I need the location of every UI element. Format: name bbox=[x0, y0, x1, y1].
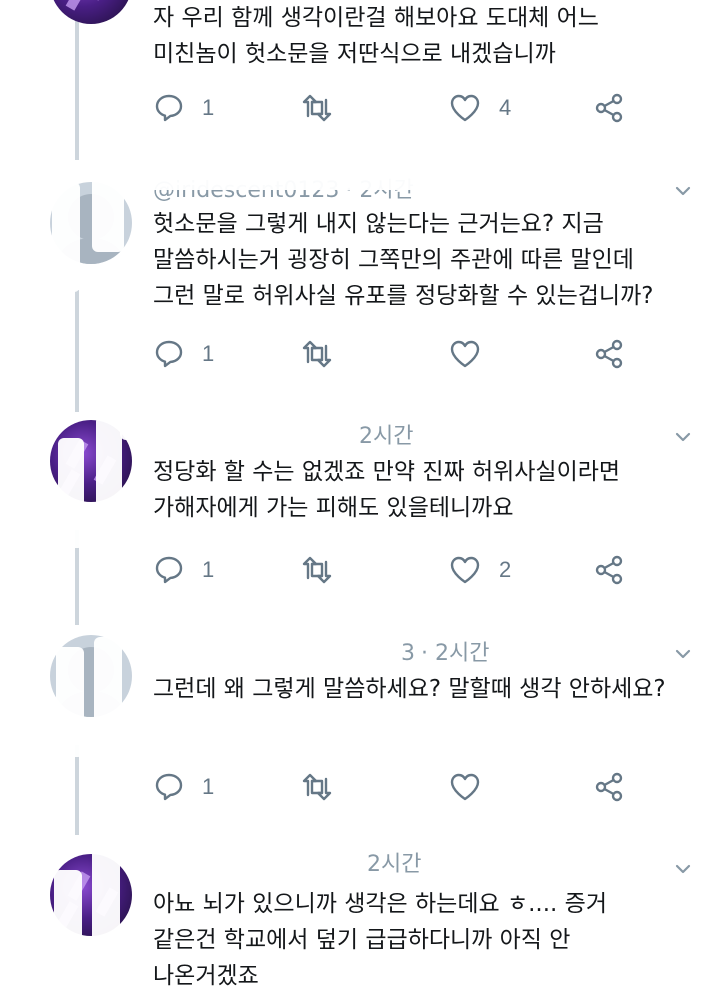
like-icon bbox=[450, 556, 480, 584]
user-handle[interactable]: 3 bbox=[401, 641, 415, 666]
avatar[interactable] bbox=[50, 0, 132, 24]
retweet-button[interactable] bbox=[300, 338, 351, 370]
tweet[interactable]: 3 · 2시간 그런데 왜 그렇게 말씀하세요? 말할때 생각 안하세요? 1 bbox=[0, 625, 720, 815]
share-button[interactable] bbox=[593, 554, 625, 586]
like-button[interactable] bbox=[448, 771, 499, 803]
chevron-down-icon[interactable] bbox=[674, 428, 692, 446]
like-icon bbox=[450, 773, 480, 801]
tweet-timestamp[interactable]: 2시간 bbox=[367, 852, 421, 877]
tweet[interactable]: @iridescent0123 · 2시간 헛소문을 그렇게 내지 않는다는 근거… bbox=[0, 162, 720, 390]
tweet-text: 아뇨 뇌가 있으니까 생각은 하는데요 ㅎ.... 증거 같은건 학교에서 덮기… bbox=[153, 891, 607, 989]
reply-button[interactable]: 1 bbox=[153, 338, 214, 370]
tweet-actions: 1 2 bbox=[153, 554, 673, 586]
tweet-timestamp[interactable]: 2시간 bbox=[359, 424, 413, 449]
redaction-mark bbox=[96, 416, 122, 536]
share-button[interactable] bbox=[593, 771, 625, 803]
tweet-text: 자 우리 함께 생각이란걸 해보아요 도대체 어느 미친놈이 헛소문을 저딴식으… bbox=[153, 5, 599, 67]
reply-icon bbox=[155, 340, 183, 368]
redaction-mark bbox=[94, 637, 122, 747]
chevron-down-icon[interactable] bbox=[674, 182, 692, 200]
reply-icon bbox=[155, 94, 183, 122]
redaction-mark bbox=[140, 631, 402, 657]
like-button[interactable]: 4 bbox=[448, 92, 511, 124]
reply-count: 1 bbox=[202, 774, 215, 799]
reply-icon bbox=[155, 556, 183, 584]
like-button[interactable]: 2 bbox=[448, 554, 511, 586]
redaction-mark bbox=[52, 182, 80, 292]
share-icon bbox=[595, 555, 623, 585]
share-icon bbox=[595, 339, 623, 369]
chevron-down-icon[interactable] bbox=[674, 860, 692, 878]
tweet[interactable]: 2시간 정당화 할 수는 없겠죠 만약 진짜 허위사실이라면 가해자에게 가는 … bbox=[0, 408, 720, 608]
reply-icon bbox=[155, 773, 183, 801]
tweet-actions: 1 bbox=[153, 338, 673, 370]
tweet[interactable]: 자 우리 함께 생각이란걸 해보아요 도대체 어느 미친놈이 헛소문을 저딴식으… bbox=[0, 0, 720, 160]
share-icon bbox=[595, 772, 623, 802]
tweet-actions: 1 bbox=[153, 771, 673, 803]
like-count: 2 bbox=[499, 557, 512, 582]
retweet-button[interactable] bbox=[300, 554, 351, 586]
redaction-mark bbox=[56, 647, 84, 757]
reply-count: 1 bbox=[202, 557, 215, 582]
like-icon bbox=[450, 94, 480, 122]
retweet-icon bbox=[302, 94, 332, 122]
tweet[interactable]: 2시간 아뇨 뇌가 있으니까 생각은 하는데요 ㅎ.... 증거 같은건 학교에… bbox=[0, 840, 720, 1006]
chevron-down-icon[interactable] bbox=[674, 645, 692, 663]
tweet-text: 헛소문을 그렇게 내지 않는다는 근거는요? 지금 말씀하시는거 굉장히 그쪽만… bbox=[153, 211, 654, 309]
reply-thread: 자 우리 함께 생각이란걸 해보아요 도대체 어느 미친놈이 헛소문을 저딴식으… bbox=[0, 0, 720, 1006]
tweet-text: 그런데 왜 그렇게 말씀하세요? 말할때 생각 안하세요? bbox=[153, 676, 666, 702]
redaction-mark bbox=[92, 840, 120, 960]
tweet-text: 정당화 할 수는 없겠죠 만약 진짜 허위사실이라면 가해자에게 가는 피해도 … bbox=[153, 459, 621, 521]
redaction-mark bbox=[58, 438, 84, 548]
reply-button[interactable]: 1 bbox=[153, 771, 214, 803]
share-icon bbox=[595, 93, 623, 123]
retweet-icon bbox=[302, 340, 332, 368]
retweet-button[interactable] bbox=[300, 92, 351, 124]
tweet-timestamp[interactable]: · 2시간 bbox=[421, 641, 489, 666]
reply-count: 1 bbox=[202, 95, 215, 120]
redaction-mark bbox=[120, 412, 360, 440]
retweet-button[interactable] bbox=[300, 771, 351, 803]
redaction-mark bbox=[54, 870, 82, 980]
like-icon bbox=[450, 340, 480, 368]
reply-count: 1 bbox=[202, 341, 215, 366]
redaction-mark bbox=[130, 840, 362, 868]
share-button[interactable] bbox=[593, 92, 625, 124]
tweet-actions: 1 4 bbox=[153, 92, 673, 124]
like-count: 4 bbox=[499, 95, 512, 120]
retweet-icon bbox=[302, 773, 332, 801]
redaction-mark bbox=[118, 164, 428, 190]
like-button[interactable] bbox=[448, 338, 499, 370]
share-button[interactable] bbox=[593, 338, 625, 370]
reply-button[interactable]: 1 bbox=[153, 554, 214, 586]
retweet-icon bbox=[302, 556, 332, 584]
reply-button[interactable]: 1 bbox=[153, 92, 214, 124]
